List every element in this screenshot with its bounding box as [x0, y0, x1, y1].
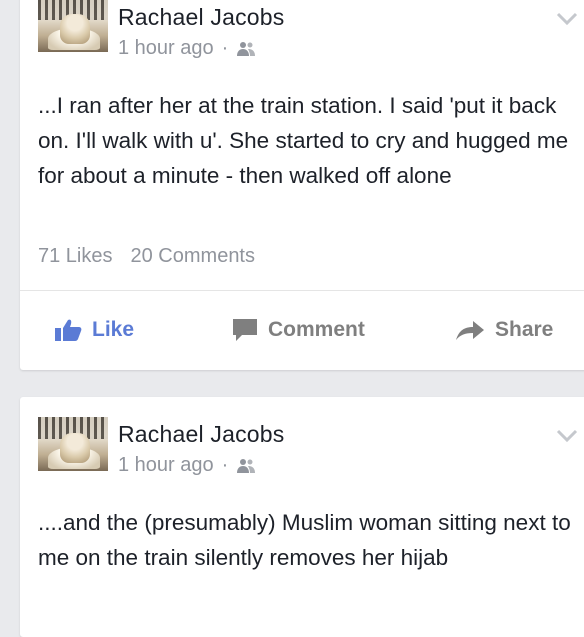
author-name[interactable]: Rachael Jacobs	[118, 421, 284, 448]
post-meta: 1 hour ago ·	[118, 454, 256, 477]
author-avatar[interactable]	[38, 417, 108, 471]
post-text: ...I ran after her at the train station.…	[38, 93, 569, 188]
post-timestamp[interactable]: 1 hour ago	[118, 454, 214, 477]
author-name[interactable]: Rachael Jacobs	[118, 4, 284, 31]
divider	[20, 290, 584, 291]
meta-separator: ·	[221, 454, 229, 476]
like-button[interactable]: Like	[54, 318, 134, 342]
post-card: Rachael Jacobs 1 hour ago · ...I ran aft…	[20, 0, 584, 370]
friends-icon[interactable]	[236, 41, 256, 57]
post-text: ....and the (presumably) Muslim woman si…	[38, 510, 571, 570]
likes-count[interactable]: 71 Likes	[38, 245, 113, 268]
thumbs-up-icon	[55, 319, 82, 341]
post-timestamp[interactable]: 1 hour ago	[118, 37, 214, 60]
comments-count[interactable]: 20 Comments	[131, 245, 256, 268]
share-button[interactable]: Share	[455, 318, 553, 342]
comment-button[interactable]: Comment	[232, 318, 365, 342]
post-meta: 1 hour ago ·	[118, 37, 256, 60]
post-actions: Like Comment Share	[20, 300, 584, 360]
post-stats: 71 Likes 20 Comments	[38, 245, 255, 268]
comment-label: Comment	[268, 318, 365, 341]
share-label: Share	[495, 318, 554, 341]
friends-icon[interactable]	[236, 458, 256, 474]
share-arrow-icon	[456, 321, 484, 340]
like-label: Like	[92, 318, 135, 341]
post-card: Rachael Jacobs 1 hour ago · ....and the …	[20, 397, 584, 637]
meta-separator: ·	[221, 37, 229, 59]
chevron-down-icon[interactable]	[556, 429, 578, 443]
author-avatar[interactable]	[38, 0, 108, 52]
chevron-down-icon[interactable]	[556, 12, 578, 26]
comment-icon	[233, 319, 257, 341]
